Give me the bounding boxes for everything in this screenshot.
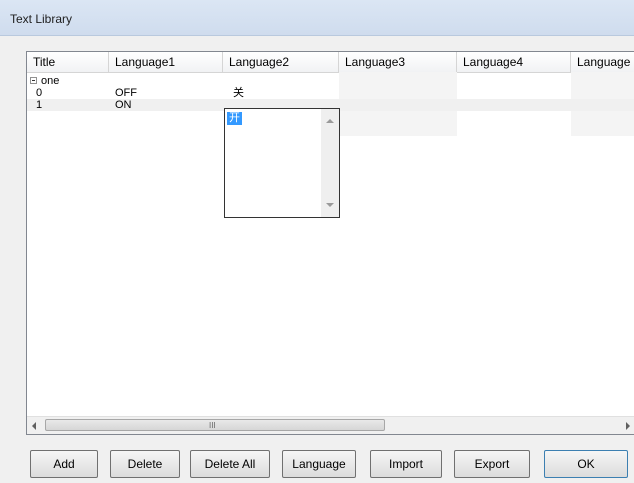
- add-button[interactable]: Add: [30, 450, 98, 478]
- row-language1[interactable]: OFF: [115, 87, 137, 99]
- column-header-language1[interactable]: Language1: [109, 52, 223, 72]
- scroll-right-icon[interactable]: [626, 422, 630, 430]
- row-title: 0: [36, 87, 43, 99]
- scroll-thumb[interactable]: III: [45, 419, 385, 431]
- group-title: one: [41, 75, 60, 87]
- ok-button[interactable]: OK: [544, 450, 628, 478]
- language2-dropdown-list[interactable]: 开: [224, 108, 340, 218]
- row-language1[interactable]: ON: [115, 99, 132, 111]
- scroll-left-icon[interactable]: [32, 422, 36, 430]
- export-button[interactable]: Export: [454, 450, 530, 478]
- column-header-language5[interactable]: Language: [571, 52, 634, 72]
- title-bar[interactable]: Text Library: [0, 0, 634, 36]
- table-row[interactable]: 0 OFF 关: [27, 87, 634, 99]
- column-header-language4[interactable]: Language4: [457, 52, 571, 72]
- column-header-title[interactable]: Title: [27, 52, 109, 72]
- column-header-language3[interactable]: Language3: [339, 52, 457, 72]
- scroll-up-icon[interactable]: [326, 119, 334, 123]
- window-title: Text Library: [10, 12, 73, 26]
- grip-icon: III: [209, 421, 216, 430]
- delete-button[interactable]: Delete: [110, 450, 180, 478]
- language-button[interactable]: Language: [282, 450, 356, 478]
- column-header-language2[interactable]: Language2: [223, 52, 339, 72]
- collapse-icon[interactable]: [30, 77, 37, 84]
- dropdown-scrollbar[interactable]: [321, 109, 339, 217]
- scroll-down-icon[interactable]: [326, 203, 334, 207]
- row-language2[interactable]: 关: [233, 87, 244, 99]
- row-title: 1: [36, 99, 43, 111]
- delete-all-button[interactable]: Delete All: [190, 450, 270, 478]
- dropdown-option[interactable]: 开: [227, 112, 242, 125]
- group-row[interactable]: one: [27, 75, 634, 87]
- text-library-dialog: Text Library Title Language1 Language2 L…: [0, 0, 634, 483]
- table-header: Title Language1 Language2 Language3 Lang…: [27, 52, 634, 73]
- horizontal-scrollbar[interactable]: III: [27, 416, 634, 434]
- import-button[interactable]: Import: [370, 450, 442, 478]
